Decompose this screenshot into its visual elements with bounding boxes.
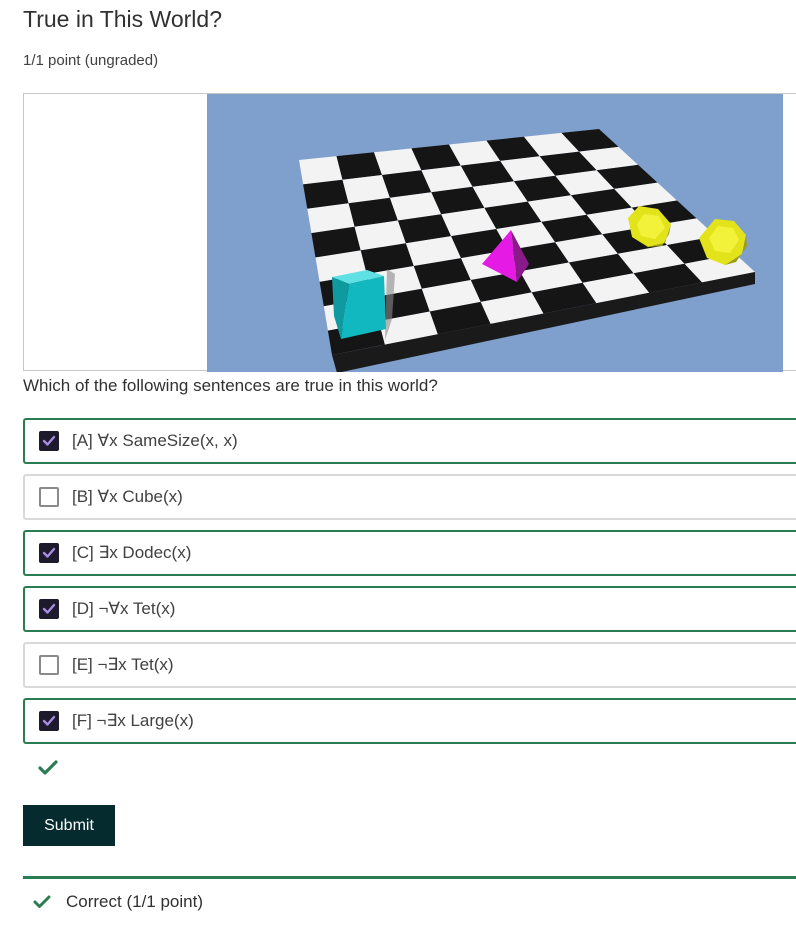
checkbox[interactable] <box>39 655 59 675</box>
answer-choice[interactable]: [B] ∀x Cube(x) <box>23 474 796 520</box>
checkmark-icon <box>38 760 58 781</box>
problem-points: 1/1 point (ungraded) <box>23 52 159 69</box>
question-text: Which of the following sentences are tru… <box>23 376 438 395</box>
checkbox[interactable] <box>39 711 59 731</box>
choice-label: [D] ¬∀x Tet(x) <box>72 599 176 618</box>
submit-button[interactable]: Submit <box>23 805 115 846</box>
checkbox[interactable] <box>39 487 59 507</box>
answer-choice[interactable]: [D] ¬∀x Tet(x) <box>23 586 796 632</box>
feedback-banner: Correct (1/1 point) <box>23 876 796 936</box>
checkmark-icon <box>33 894 51 915</box>
choice-label: [A] ∀x SameSize(x, x) <box>72 431 238 450</box>
feedback-text: Correct (1/1 point) <box>66 892 203 911</box>
choice-label: [C] ∃x Dodec(x) <box>72 543 192 562</box>
checkbox[interactable] <box>39 431 59 451</box>
tarski-world-scene <box>207 94 783 372</box>
choice-label: [E] ¬∃x Tet(x) <box>72 655 174 674</box>
answer-choice[interactable]: [A] ∀x SameSize(x, x) <box>23 418 796 464</box>
answer-choice[interactable]: [E] ¬∃x Tet(x) <box>23 642 796 688</box>
problem-title: True in This World? <box>23 6 222 32</box>
checkbox[interactable] <box>39 543 59 563</box>
checkbox[interactable] <box>39 599 59 619</box>
world-figure <box>23 93 796 372</box>
answer-choice[interactable]: [C] ∃x Dodec(x) <box>23 530 796 576</box>
choice-label: [B] ∀x Cube(x) <box>72 487 183 506</box>
answer-choice[interactable]: [F] ¬∃x Large(x) <box>23 698 796 744</box>
choice-label: [F] ¬∃x Large(x) <box>72 711 194 730</box>
